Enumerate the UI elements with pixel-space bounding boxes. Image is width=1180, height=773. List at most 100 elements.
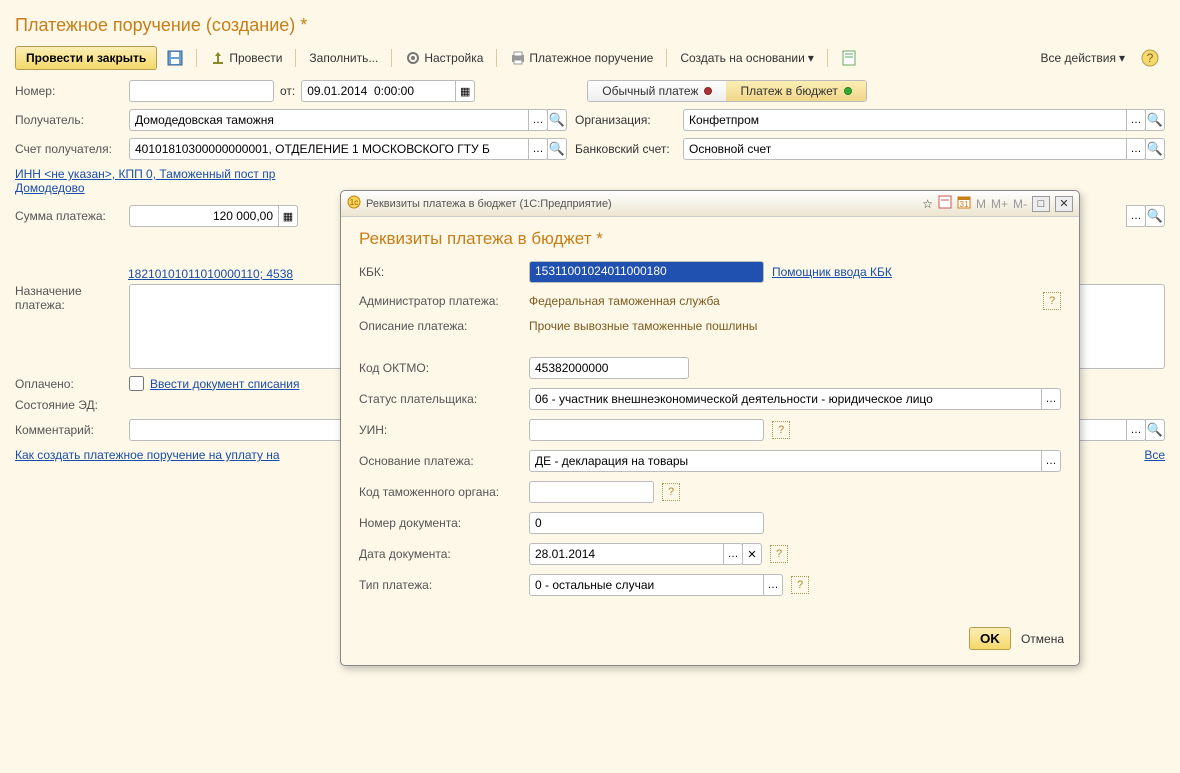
all-link[interactable]: Все: [1144, 448, 1165, 462]
rec-acc-input[interactable]: [129, 138, 529, 160]
svg-text:31: 31: [960, 200, 969, 209]
docdate-label: Дата документа:: [359, 547, 521, 561]
number-label: Номер:: [15, 84, 123, 98]
oktmo-label: Код ОКТМО:: [359, 361, 521, 375]
calc-icon[interactable]: ▦: [278, 205, 298, 227]
help-icon[interactable]: ?: [772, 421, 790, 439]
docdate-input[interactable]: [529, 543, 724, 565]
star-icon[interactable]: ☆: [922, 197, 933, 211]
desc-value: Прочие вывозные таможенные пошлины: [529, 319, 757, 333]
search-icon[interactable]: 🔍: [1145, 205, 1165, 227]
ok-button[interactable]: OK: [969, 627, 1011, 650]
admin-label: Администратор платежа:: [359, 294, 521, 308]
toolbar: Провести и закрыть Провести Заполнить...…: [0, 41, 1180, 80]
search-icon[interactable]: 🔍: [547, 138, 567, 160]
ellipsis-icon[interactable]: …: [763, 574, 783, 596]
calendar-small-icon[interactable]: 31: [957, 195, 971, 212]
ed-state-label: Состояние ЭД:: [15, 398, 123, 412]
ellipsis-icon[interactable]: …: [1041, 388, 1061, 410]
payment-type-toggle: Обычный платеж Платеж в бюджет: [587, 80, 867, 102]
domodedovo-link[interactable]: Домодедово: [15, 181, 85, 195]
recipient-label: Получатель:: [15, 113, 123, 127]
basis-input[interactable]: [529, 450, 1042, 472]
desc-label: Описание платежа:: [359, 319, 521, 333]
help-icon[interactable]: ?: [1135, 47, 1165, 69]
ellipsis-icon[interactable]: …: [528, 138, 548, 160]
purpose-label: Назначение платежа:: [15, 284, 123, 312]
ellipsis-icon[interactable]: …: [1126, 109, 1146, 131]
cancel-button[interactable]: Отмена: [1021, 632, 1064, 646]
organization-label: Организация:: [575, 113, 677, 127]
memory-mplus: M+: [991, 197, 1008, 211]
customs-input[interactable]: [529, 481, 654, 503]
report-icon[interactable]: [835, 48, 863, 68]
inn-link[interactable]: ИНН <не указан>, КПП 0, Таможенный пост …: [15, 167, 275, 181]
comment-label: Комментарий:: [15, 423, 123, 437]
ellipsis-icon[interactable]: …: [1126, 205, 1146, 227]
page-title: Платежное поручение (создание) *: [0, 0, 1180, 41]
svg-text:1c: 1c: [350, 198, 358, 207]
help-icon[interactable]: ?: [1043, 292, 1061, 310]
calendar-icon[interactable]: ▦: [455, 80, 475, 102]
ellipsis-icon[interactable]: …: [1126, 419, 1146, 441]
paytype-label: Тип платежа:: [359, 578, 521, 592]
help-icon[interactable]: ?: [791, 576, 809, 594]
search-icon[interactable]: 🔍: [547, 109, 567, 131]
search-icon[interactable]: 🔍: [1145, 419, 1165, 441]
modal-titlebar: 1c Реквизиты платежа в бюджет (1С:Предпр…: [341, 191, 1079, 217]
docnum-label: Номер документа:: [359, 516, 521, 530]
create-on-basis-button[interactable]: Создать на основании ▾: [674, 49, 820, 67]
search-icon[interactable]: 🔍: [1145, 109, 1165, 131]
paytype-input[interactable]: [529, 574, 764, 596]
number-input[interactable]: [129, 80, 274, 102]
calc-small-icon[interactable]: [938, 195, 952, 212]
paid-checkbox[interactable]: [129, 376, 144, 391]
ellipsis-icon[interactable]: …: [1041, 450, 1061, 472]
date-input[interactable]: [301, 80, 456, 102]
customs-label: Код таможенного органа:: [359, 485, 521, 499]
howto-link[interactable]: Как создать платежное поручение на уплат…: [15, 448, 280, 462]
all-actions-button[interactable]: Все действия ▾: [1035, 49, 1132, 67]
paid-label: Оплачено:: [15, 377, 123, 391]
recipient-input[interactable]: [129, 109, 529, 131]
uin-input[interactable]: [529, 419, 764, 441]
oktmo-input[interactable]: [529, 357, 689, 379]
bank-acc-input[interactable]: [683, 138, 1127, 160]
modal-title: Реквизиты платежа в бюджет (1С:Предприят…: [366, 198, 917, 210]
kbk-input[interactable]: 15311001024011000180: [529, 261, 764, 283]
admin-value: Федеральная таможенная служба: [529, 294, 720, 308]
status-input[interactable]: [529, 388, 1042, 410]
docnum-input[interactable]: [529, 512, 764, 534]
post-and-close-button[interactable]: Провести и закрыть: [15, 46, 157, 70]
search-icon[interactable]: 🔍: [1145, 138, 1165, 160]
memory-m: M: [976, 197, 986, 211]
save-icon[interactable]: [161, 48, 189, 68]
clear-icon[interactable]: ✕: [742, 543, 762, 565]
maximize-icon[interactable]: □: [1032, 196, 1050, 212]
ellipsis-icon[interactable]: …: [1126, 138, 1146, 160]
help-icon[interactable]: ?: [662, 483, 680, 501]
fill-button[interactable]: Заполнить...: [303, 49, 384, 67]
uin-label: УИН:: [359, 423, 521, 437]
toggle-normal-payment[interactable]: Обычный платеж: [588, 81, 726, 101]
toggle-budget-payment[interactable]: Платеж в бюджет: [726, 81, 865, 101]
settings-button[interactable]: Настройка: [399, 48, 489, 68]
help-icon[interactable]: ?: [770, 545, 788, 563]
sum-input[interactable]: [129, 205, 279, 227]
post-button[interactable]: Провести: [204, 48, 288, 68]
ellipsis-icon[interactable]: …: [723, 543, 743, 565]
kbk-label: КБК:: [359, 265, 521, 279]
paid-link[interactable]: Ввести документ списания: [150, 377, 299, 391]
budget-details-modal: 1c Реквизиты платежа в бюджет (1С:Предпр…: [340, 190, 1080, 666]
memory-mminus: M-: [1013, 197, 1027, 211]
print-button[interactable]: Платежное поручение: [504, 48, 659, 68]
ellipsis-icon[interactable]: …: [528, 109, 548, 131]
bank-acc-label: Банковский счет:: [575, 142, 677, 156]
date-label: от:: [280, 84, 295, 98]
rec-acc-label: Счет получателя:: [15, 142, 123, 156]
status-label: Статус плательщика:: [359, 392, 521, 406]
kbk-prefill-link[interactable]: 18210101011010000110; 4538: [128, 267, 293, 281]
kbk-helper-link[interactable]: Помощник ввода КБК: [772, 265, 892, 279]
close-icon[interactable]: ✕: [1055, 196, 1073, 212]
organization-input[interactable]: [683, 109, 1127, 131]
